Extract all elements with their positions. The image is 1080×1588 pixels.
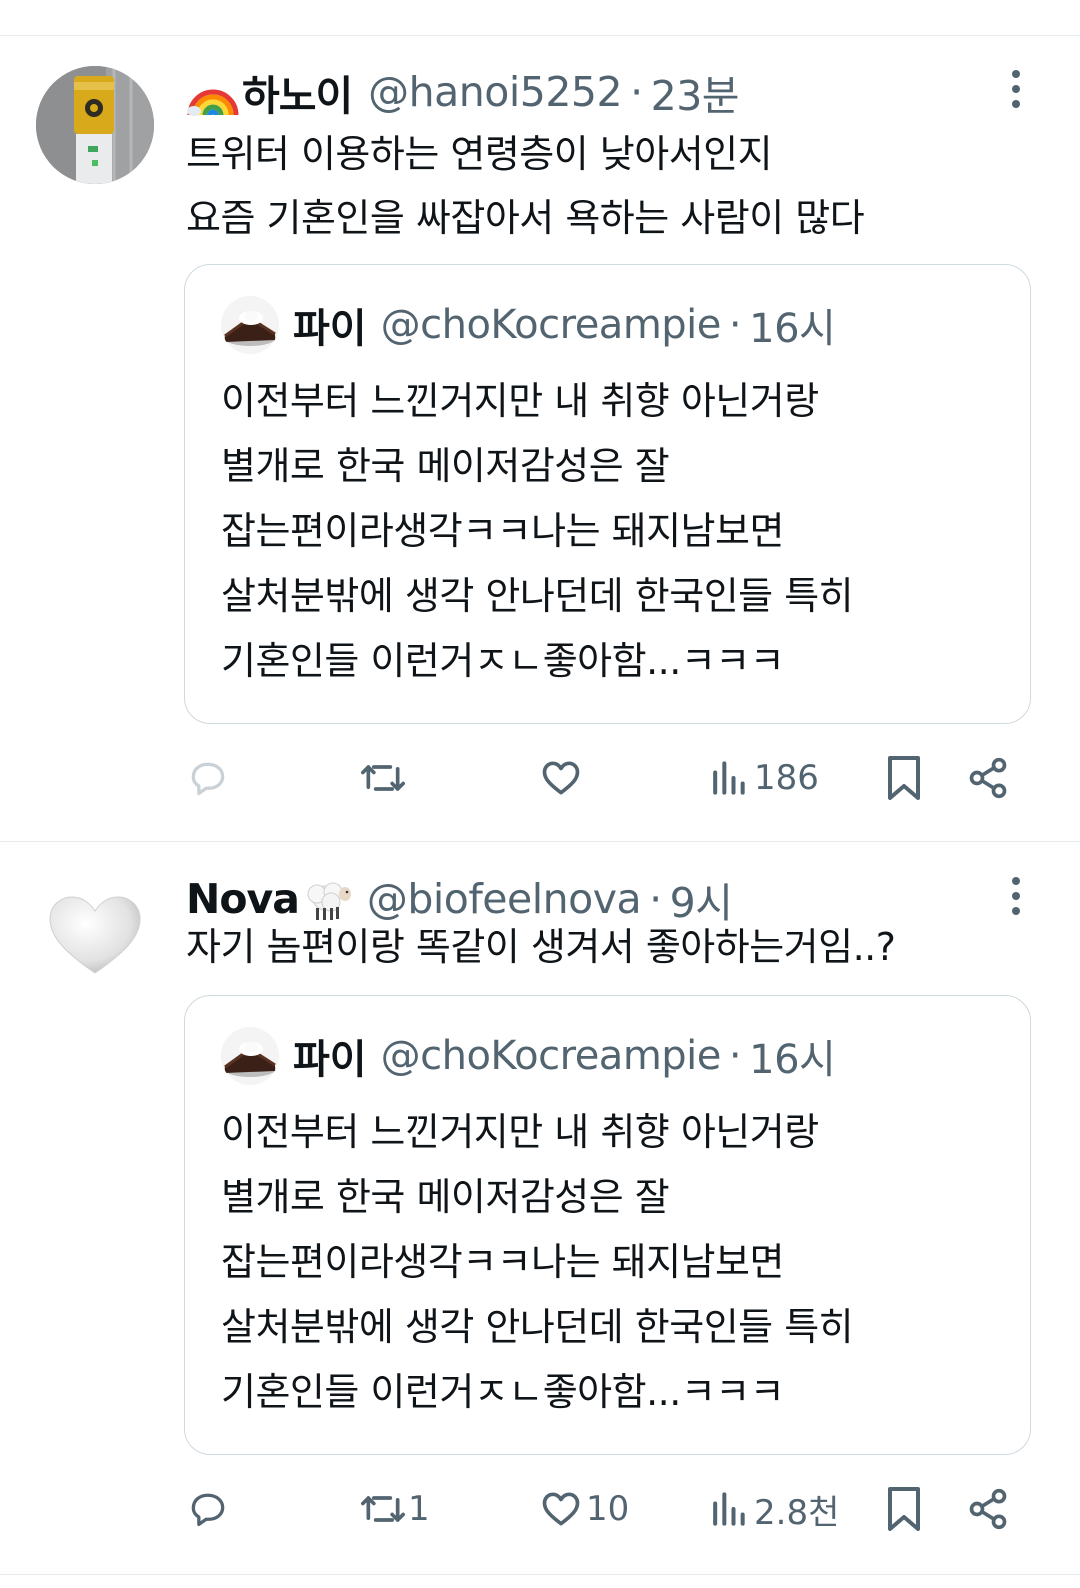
quote-text: 이전부터 느낀거지만 내 취향 아닌거랑 별개로 한국 메이저감성은 잘 잡는편… xyxy=(221,1110,854,1414)
avatar xyxy=(221,1027,279,1085)
bookmark-button[interactable] xyxy=(884,1479,924,1539)
views-button[interactable]: 2.8천 xyxy=(708,1479,839,1539)
timestamp[interactable]: 23분 xyxy=(651,62,740,122)
views-icon xyxy=(708,756,748,800)
bookmark-icon xyxy=(884,754,924,802)
share-icon xyxy=(966,1487,1010,1531)
tweet-text: 트위터 이용하는 연령층이 낮아서인지 요즘 기혼인을 싸잡아서 욕하는 사람이… xyxy=(186,132,865,240)
bookmark-icon xyxy=(884,1485,924,1533)
tweet-header: 하노이 @hanoi5252 · 23분 xyxy=(186,62,740,122)
user-handle[interactable]: @hanoi5252 xyxy=(368,68,622,116)
views-count: 2.8천 xyxy=(754,1492,840,1533)
more-icon[interactable] xyxy=(1010,70,1022,110)
share-button[interactable] xyxy=(966,1479,1010,1539)
share-icon xyxy=(966,756,1010,800)
reply-icon xyxy=(186,1487,230,1531)
avatar[interactable] xyxy=(36,875,154,993)
reply-button[interactable] xyxy=(186,748,236,808)
action-bar: 1 10 2.8천 xyxy=(186,1479,1016,1539)
quote-display-name: 파이 xyxy=(293,306,367,352)
tweet[interactable]: 하노이 @hanoi5252 · 23분 트위터 이용하는 연령층이 낮아서인지… xyxy=(0,36,1080,842)
quote-header: 파이 @choKocreampie · 16시 xyxy=(221,295,836,355)
avatar[interactable] xyxy=(36,66,154,184)
views-button[interactable]: 186 xyxy=(708,748,819,808)
quote-handle: @choKocreampie xyxy=(380,1033,722,1079)
retweet-icon xyxy=(358,1487,408,1531)
retweet-icon xyxy=(358,756,408,800)
quoted-tweet[interactable]: 파이 @choKocreampie · 16시 이전부터 느낀거지만 내 취향 … xyxy=(184,995,1031,1455)
more-icon[interactable] xyxy=(1010,877,1022,917)
retweet-button[interactable]: 1 xyxy=(358,1479,430,1539)
bookmark-button[interactable] xyxy=(884,748,924,808)
reply-button[interactable] xyxy=(186,1479,236,1539)
separator: · xyxy=(630,68,643,116)
quote-timestamp: 16시 xyxy=(749,1037,836,1083)
quote-header: 파이 @choKocreampie · 16시 xyxy=(221,1026,836,1086)
rainbow-emoji xyxy=(186,65,240,119)
like-button[interactable] xyxy=(538,748,590,808)
quote-handle: @choKocreampie xyxy=(380,302,722,348)
like-icon xyxy=(538,1487,584,1531)
quote-timestamp: 16시 xyxy=(749,306,836,352)
views-count: 186 xyxy=(754,758,819,798)
avatar xyxy=(221,296,279,354)
separator: · xyxy=(728,302,742,348)
quoted-tweet[interactable]: 파이 @choKocreampie · 16시 이전부터 느낀거지만 내 취향 … xyxy=(184,264,1031,724)
retweet-count: 1 xyxy=(408,1489,430,1529)
tweet[interactable]: Nova @biofeelnova · 9시 자기 놈편이랑 똑같이 생겨서 좋… xyxy=(0,843,1080,1575)
like-count: 10 xyxy=(586,1489,630,1529)
quote-text: 이전부터 느낀거지만 내 취향 아닌거랑 별개로 한국 메이저감성은 잘 잡는편… xyxy=(221,379,854,683)
views-icon xyxy=(708,1487,748,1531)
retweet-button[interactable] xyxy=(358,748,414,808)
display-name[interactable]: 하노이 xyxy=(242,62,353,122)
like-icon xyxy=(538,756,584,800)
quote-display-name: 파이 xyxy=(293,1037,367,1083)
action-bar: 186 xyxy=(186,748,1016,808)
share-button[interactable] xyxy=(966,748,1010,808)
tweet-text: 자기 놈편이랑 똑같이 생겨서 좋아하는거임..? xyxy=(186,925,896,969)
reply-icon xyxy=(186,756,230,800)
separator: · xyxy=(728,1033,742,1079)
like-button[interactable]: 10 xyxy=(538,1479,629,1539)
previous-tweet-edge xyxy=(0,0,1080,36)
